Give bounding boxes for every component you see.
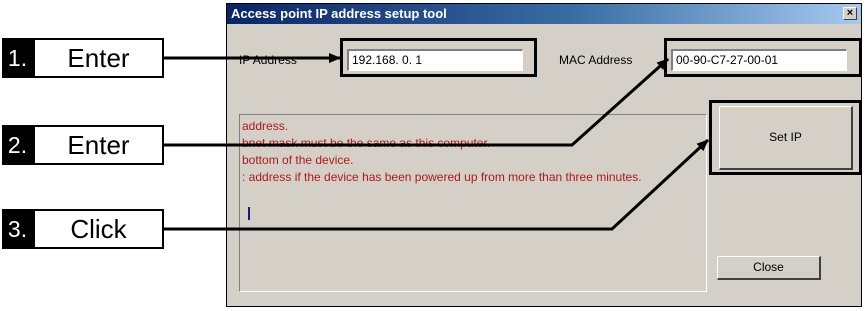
mac-address-highlight <box>664 38 862 77</box>
step-action: Enter <box>33 38 164 78</box>
step-action: Click <box>33 209 164 249</box>
text-caret <box>248 207 250 220</box>
ip-address-label: IP Address <box>239 53 297 67</box>
message-area: address. bnet mask must be the same as t… <box>239 114 707 292</box>
title-bar[interactable]: Access point IP address setup tool × <box>227 4 861 24</box>
step-3-callout: 3. Click <box>2 209 164 249</box>
message-line: : address if the device has been powered… <box>242 170 642 184</box>
step-number: 3. <box>2 209 33 249</box>
window-title: Access point IP address setup tool <box>231 6 447 21</box>
ip-address-highlight <box>340 38 537 77</box>
close-button[interactable]: Close <box>717 256 821 280</box>
message-line: address. <box>242 119 289 133</box>
message-line: bnet mask must be the same as this compu… <box>242 136 491 150</box>
step-number: 1. <box>2 38 33 78</box>
close-icon[interactable]: × <box>843 7 857 20</box>
set-ip-highlight <box>709 100 862 175</box>
step-number: 2. <box>2 125 33 165</box>
step-2-callout: 2. Enter <box>2 125 164 165</box>
mac-address-label: MAC Address <box>559 53 633 67</box>
step-1-callout: 1. Enter <box>2 38 164 78</box>
step-action: Enter <box>33 125 164 165</box>
message-line: bottom of the device. <box>242 153 354 167</box>
